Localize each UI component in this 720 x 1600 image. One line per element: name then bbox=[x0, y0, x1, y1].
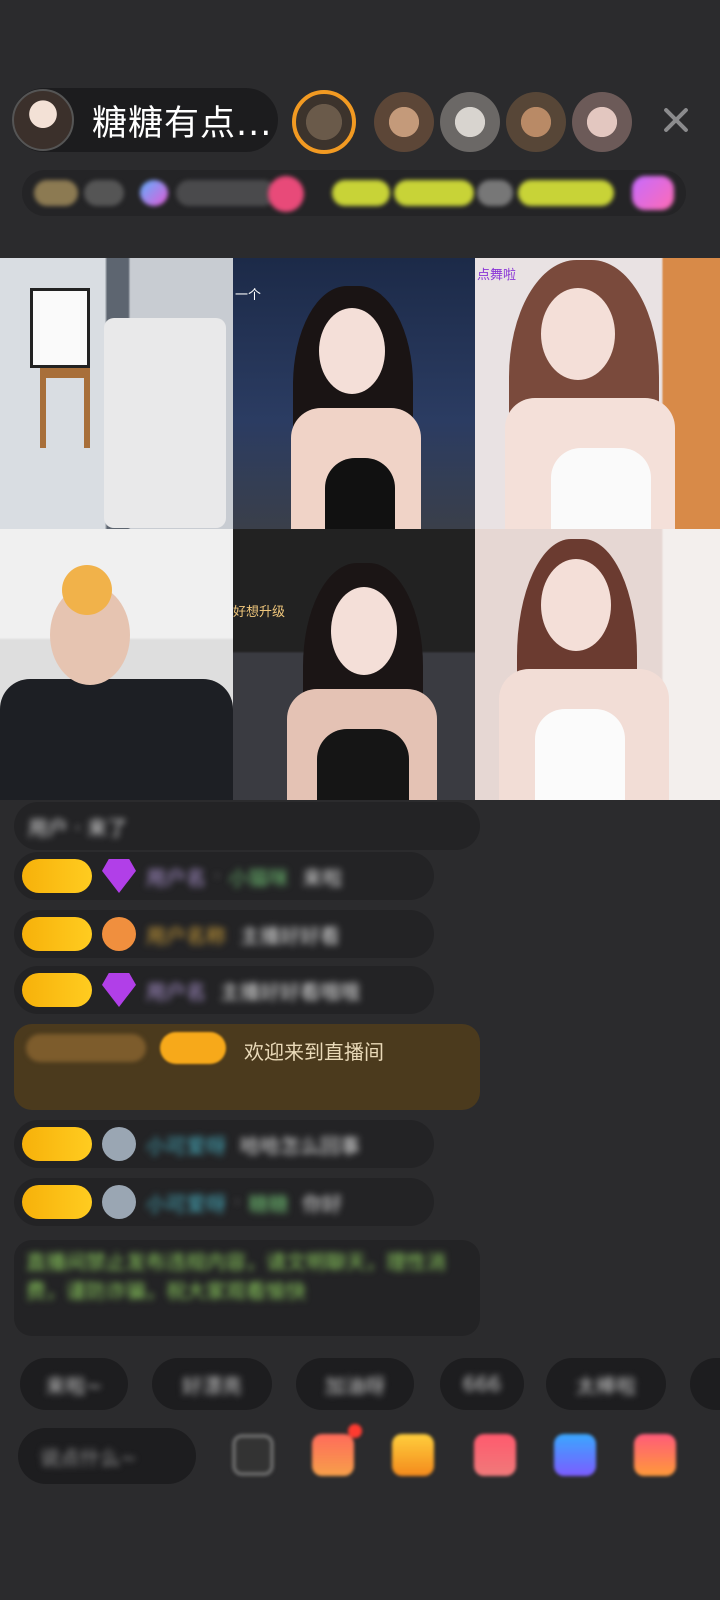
chair-image bbox=[104, 318, 226, 528]
emoji-icon[interactable] bbox=[232, 1434, 274, 1476]
guest-face bbox=[319, 308, 385, 394]
vip-badge-icon bbox=[160, 1032, 226, 1064]
chat-username[interactable]: 小可爱呀 bbox=[146, 1130, 226, 1159]
level-text bbox=[84, 180, 124, 206]
guest-face bbox=[541, 288, 615, 380]
quick-reply-row: 来啦~ 好漂亮 加油呀 666 太棒啦 bbox=[0, 1358, 720, 1410]
chat-text: 主播好好看哦哦 bbox=[220, 979, 360, 1004]
guest-tile-6[interactable] bbox=[475, 529, 720, 800]
viewer-avatar[interactable] bbox=[374, 92, 434, 152]
chat-message[interactable]: 用户名 · 小猫咪 来啦 bbox=[14, 852, 434, 900]
chat-notice-message: 直播间禁止发布违规内容，请文明聊天，理性消费，谨防诈骗，祝大家观看愉快 bbox=[14, 1240, 480, 1336]
vip-badge-icon bbox=[22, 973, 92, 1007]
quick-reply-button[interactable]: 好漂亮 bbox=[152, 1358, 272, 1410]
gem-level-icon bbox=[102, 973, 136, 1007]
host-tile[interactable] bbox=[0, 258, 233, 529]
guest-tile-3[interactable]: 点舞啦 bbox=[475, 258, 720, 529]
chat-username[interactable]: 用户名 bbox=[146, 862, 206, 891]
share-icon[interactable] bbox=[554, 1434, 596, 1476]
vip-badge-icon bbox=[22, 1185, 92, 1219]
chat-separator: · bbox=[214, 864, 221, 888]
quick-reply-button[interactable]: 666 bbox=[440, 1358, 524, 1410]
activity-banner-icon[interactable] bbox=[394, 180, 474, 206]
tile-overlay-text: 一个 bbox=[235, 288, 262, 303]
stool-image bbox=[40, 368, 90, 448]
chat-message[interactable]: 小可爱呀 · 糖糖 你好 bbox=[14, 1178, 434, 1226]
host-avatar-icon[interactable] bbox=[12, 89, 74, 151]
gift-box-icon[interactable] bbox=[312, 1424, 362, 1476]
guest-tile-2[interactable]: 一个 bbox=[233, 258, 475, 529]
quick-reply-button[interactable]: 来啦~ bbox=[20, 1358, 128, 1410]
guest-outfit bbox=[0, 679, 233, 800]
guest-tile-4[interactable] bbox=[0, 529, 233, 800]
host-name[interactable]: 糖糖有点... bbox=[92, 95, 272, 146]
guest-outfit bbox=[535, 709, 625, 800]
gift-icon[interactable] bbox=[392, 1434, 434, 1476]
fans-club-icon[interactable] bbox=[140, 180, 168, 206]
tag-bar bbox=[22, 170, 686, 216]
notification-dot bbox=[348, 1424, 362, 1438]
chat-message[interactable]: 用户名称 主播好好看 bbox=[14, 910, 434, 958]
vip-badge-icon bbox=[22, 859, 92, 893]
guest-outfit bbox=[317, 729, 409, 800]
gem-level-icon bbox=[102, 859, 136, 893]
quick-reply-button[interactable]: 太棒啦 bbox=[546, 1358, 666, 1410]
viewer-avatar[interactable] bbox=[292, 90, 356, 154]
chat-username[interactable]: 用户名称 bbox=[146, 920, 226, 949]
separator-tag bbox=[477, 180, 513, 206]
poster-image bbox=[30, 288, 90, 368]
chat-input[interactable]: 说点什么~ bbox=[18, 1428, 196, 1484]
chat-username[interactable]: 用户名 bbox=[146, 976, 206, 1005]
gift-wall-icon[interactable] bbox=[268, 176, 304, 212]
video-grid: 一个 点舞啦 好想升级 bbox=[0, 258, 720, 800]
chat-text: 主播好好看 bbox=[240, 923, 340, 948]
guest-face bbox=[331, 587, 397, 675]
chat-target[interactable]: 糖糖 bbox=[248, 1188, 288, 1217]
vip-badge-icon bbox=[22, 1127, 92, 1161]
filter-sticker-icon bbox=[62, 565, 112, 615]
guest-face bbox=[541, 559, 611, 651]
chat-text: 来啦 bbox=[302, 865, 343, 890]
fan-level-icon bbox=[102, 917, 136, 951]
viewer-avatar[interactable] bbox=[572, 92, 632, 152]
more-menu-icon[interactable] bbox=[634, 1434, 676, 1476]
tile-overlay-text: 好想升级 bbox=[233, 605, 286, 620]
host-info-pill[interactable]: 糖糖有点... bbox=[12, 88, 278, 152]
banner-badge-icon bbox=[26, 1034, 146, 1062]
banner-text: 欢迎来到直播间 bbox=[244, 1040, 384, 1064]
chat-banner-message[interactable]: 欢迎来到直播间 bbox=[14, 1024, 480, 1110]
user-avatar-icon bbox=[102, 1127, 136, 1161]
quick-reply-button[interactable]: 加油呀 bbox=[296, 1358, 414, 1410]
chat-system-message: 用户 · 来了 bbox=[14, 802, 480, 850]
viewer-avatar[interactable] bbox=[440, 92, 500, 152]
quick-reply-button[interactable] bbox=[690, 1358, 720, 1410]
hot-rank-icon[interactable] bbox=[332, 180, 390, 206]
close-icon[interactable] bbox=[658, 102, 694, 138]
guest-tile-5[interactable]: 好想升级 bbox=[233, 529, 475, 800]
chat-message[interactable]: 小可爱呀 哈哈怎么回事 bbox=[14, 1120, 434, 1168]
event-banner[interactable] bbox=[518, 180, 614, 206]
level-badge-icon[interactable] bbox=[34, 180, 78, 206]
fans-club-text bbox=[176, 180, 276, 206]
chat-username[interactable]: 小可爱呀 bbox=[146, 1188, 226, 1217]
chat-separator: · bbox=[234, 1190, 241, 1214]
pk-icon[interactable] bbox=[632, 176, 674, 210]
vip-badge-icon bbox=[22, 917, 92, 951]
tile-overlay-text: 点舞啦 bbox=[477, 268, 517, 283]
chat-text: 你好 bbox=[302, 1191, 343, 1216]
user-avatar-icon bbox=[102, 1185, 136, 1219]
guest-outfit bbox=[325, 458, 395, 529]
chat-text: 哈哈怎么回事 bbox=[240, 1133, 360, 1158]
chat-target[interactable]: 小猫咪 bbox=[228, 862, 288, 891]
chat-message[interactable]: 用户名 主播好好看哦哦 bbox=[14, 966, 434, 1014]
guest-outfit bbox=[551, 448, 651, 529]
viewer-avatar[interactable] bbox=[506, 92, 566, 152]
heart-gift-icon[interactable] bbox=[474, 1434, 516, 1476]
